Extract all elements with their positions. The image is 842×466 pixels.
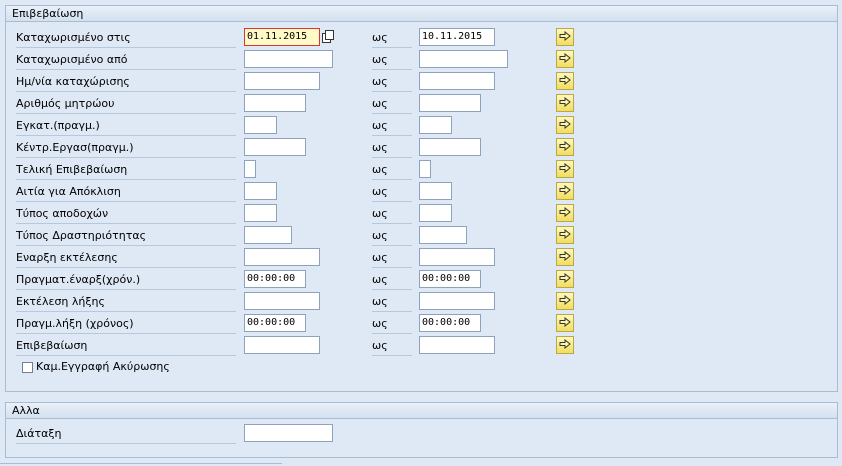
wage-type-from-input[interactable] [244, 204, 277, 222]
activity-type-to-label: ως [372, 227, 412, 246]
reason-for-variance-to-label: ως [372, 183, 412, 202]
final-confirmation-to-input[interactable] [419, 160, 431, 178]
entry-date-from-input[interactable] [244, 72, 320, 90]
entered-by-to-label: ως [372, 51, 412, 70]
confirmation-to-label: ως [372, 337, 412, 356]
plant-actual-label: Εγκατ.(πραγμ.) [16, 117, 236, 136]
wage-type-multiple-selection-button[interactable] [556, 204, 574, 222]
confirmation-multiple-selection-button[interactable] [556, 336, 574, 354]
reason-for-variance-from-input[interactable] [244, 182, 277, 200]
activity-type-to-input[interactable] [419, 226, 467, 244]
confirmation-group-title: Επιβεβαίωση [6, 6, 837, 22]
confirmation-to-input[interactable] [419, 336, 495, 354]
confirmation-label: Επιβεβαίωση [16, 337, 236, 356]
arrow-right-icon [559, 140, 571, 154]
personnel-number-from-input[interactable] [244, 94, 306, 112]
personnel-number-multiple-selection-button[interactable] [556, 94, 574, 112]
activity-type-from-input[interactable] [244, 226, 292, 244]
entry-date-label: Ημ/νία καταχώρισης [16, 73, 236, 92]
activity-type-multiple-selection-button[interactable] [556, 226, 574, 244]
final-confirmation-multiple-selection-button[interactable] [556, 160, 574, 178]
entry-date-to-input[interactable] [419, 72, 495, 90]
arrow-right-icon [559, 338, 571, 352]
work-center-actual-from-input[interactable] [244, 138, 306, 156]
execution-finish-label: Εκτέλεση λήξης [16, 293, 236, 312]
actual-start-time-to-input[interactable]: 00:00:00 [419, 270, 481, 288]
work-center-actual-multiple-selection-button[interactable] [556, 138, 574, 156]
arrow-right-icon [559, 96, 571, 110]
entered-on-from-input[interactable]: 01.11.2015 [244, 28, 320, 46]
personnel-number-label: Αριθμός μητρώου [16, 95, 236, 114]
cancel-entry-checkbox-label: Καμ.Εγγραφή Ακύρωσης [36, 360, 170, 373]
final-confirmation-to-label: ως [372, 161, 412, 180]
arrow-right-icon [559, 118, 571, 132]
execution-start-multiple-selection-button[interactable] [556, 248, 574, 266]
execution-finish-multiple-selection-button[interactable] [556, 292, 574, 310]
arrow-right-icon [559, 316, 571, 330]
execution-finish-to-input[interactable] [419, 292, 495, 310]
work-center-actual-to-input[interactable] [419, 138, 481, 156]
entered-by-to-input[interactable] [419, 50, 508, 68]
actual-finish-time-label: Πραγμ.λήξη (χρόνος) [16, 315, 236, 334]
arrow-right-icon [559, 250, 571, 264]
entered-on-to-input[interactable]: 10.11.2015 [419, 28, 495, 46]
execution-start-from-input[interactable] [244, 248, 320, 266]
actual-start-time-from-input[interactable]: 00:00:00 [244, 270, 306, 288]
work-center-actual-to-label: ως [372, 139, 412, 158]
wage-type-to-label: ως [372, 205, 412, 224]
personnel-number-to-label: ως [372, 95, 412, 114]
execution-start-label: Εναρξη εκτέλεσης [16, 249, 236, 268]
reason-for-variance-to-input[interactable] [419, 182, 452, 200]
work-center-actual-label: Κέντρ.Εργασ(πραγμ.) [16, 139, 236, 158]
arrow-right-icon [559, 206, 571, 220]
execution-start-to-input[interactable] [419, 248, 495, 266]
reason-for-variance-multiple-selection-button[interactable] [556, 182, 574, 200]
actual-finish-time-to-input[interactable]: 00:00:00 [419, 314, 481, 332]
execution-finish-from-input[interactable] [244, 292, 320, 310]
entered-by-label: Καταχωρισμένο από [16, 51, 236, 70]
entered-on-multiple-selection-button[interactable] [556, 28, 574, 46]
reason-for-variance-label: Αιτία για Απόκλιση [16, 183, 236, 202]
entered-by-from-input[interactable] [244, 50, 333, 68]
cancel-entry-checkbox[interactable] [22, 362, 33, 373]
arrow-right-icon [559, 272, 571, 286]
entered-on-label: Καταχωρισμένο στις [16, 29, 236, 48]
plant-actual-to-label: ως [372, 117, 412, 136]
wage-type-to-input[interactable] [419, 204, 452, 222]
arrow-right-icon [559, 228, 571, 242]
status-divider [0, 463, 282, 464]
layout-input[interactable] [244, 424, 333, 442]
entered-by-multiple-selection-button[interactable] [556, 50, 574, 68]
final-confirmation-from-input[interactable] [244, 160, 256, 178]
arrow-right-icon [559, 30, 571, 44]
arrow-right-icon [559, 184, 571, 198]
layout-label: Διάταξη [16, 425, 236, 444]
arrow-right-icon [559, 74, 571, 88]
confirmation-from-input[interactable] [244, 336, 320, 354]
activity-type-label: Τύπος Δραστηριότητας [16, 227, 236, 246]
actual-start-time-label: Πραγματ.έναρξ(χρόν.) [16, 271, 236, 290]
actual-finish-time-from-input[interactable]: 00:00:00 [244, 314, 306, 332]
final-confirmation-label: Τελική Επιβεβαίωση [16, 161, 236, 180]
actual-finish-time-multiple-selection-button[interactable] [556, 314, 574, 332]
arrow-right-icon [559, 294, 571, 308]
wage-type-label: Τύπος αποδοχών [16, 205, 236, 224]
plant-actual-multiple-selection-button[interactable] [556, 116, 574, 134]
execution-finish-to-label: ως [372, 293, 412, 312]
copy-icon[interactable] [321, 29, 335, 45]
arrow-right-icon [559, 162, 571, 176]
plant-actual-to-input[interactable] [419, 116, 452, 134]
arrow-right-icon [559, 52, 571, 66]
plant-actual-from-input[interactable] [244, 116, 277, 134]
entry-date-to-label: ως [372, 73, 412, 92]
actual-start-time-multiple-selection-button[interactable] [556, 270, 574, 288]
entry-date-multiple-selection-button[interactable] [556, 72, 574, 90]
personnel-number-to-input[interactable] [419, 94, 481, 112]
actual-finish-time-to-label: ως [372, 315, 412, 334]
other-group-title: Αλλα [6, 403, 837, 419]
actual-start-time-to-label: ως [372, 271, 412, 290]
entered-on-to-label: ως [372, 29, 412, 48]
execution-start-to-label: ως [372, 249, 412, 268]
